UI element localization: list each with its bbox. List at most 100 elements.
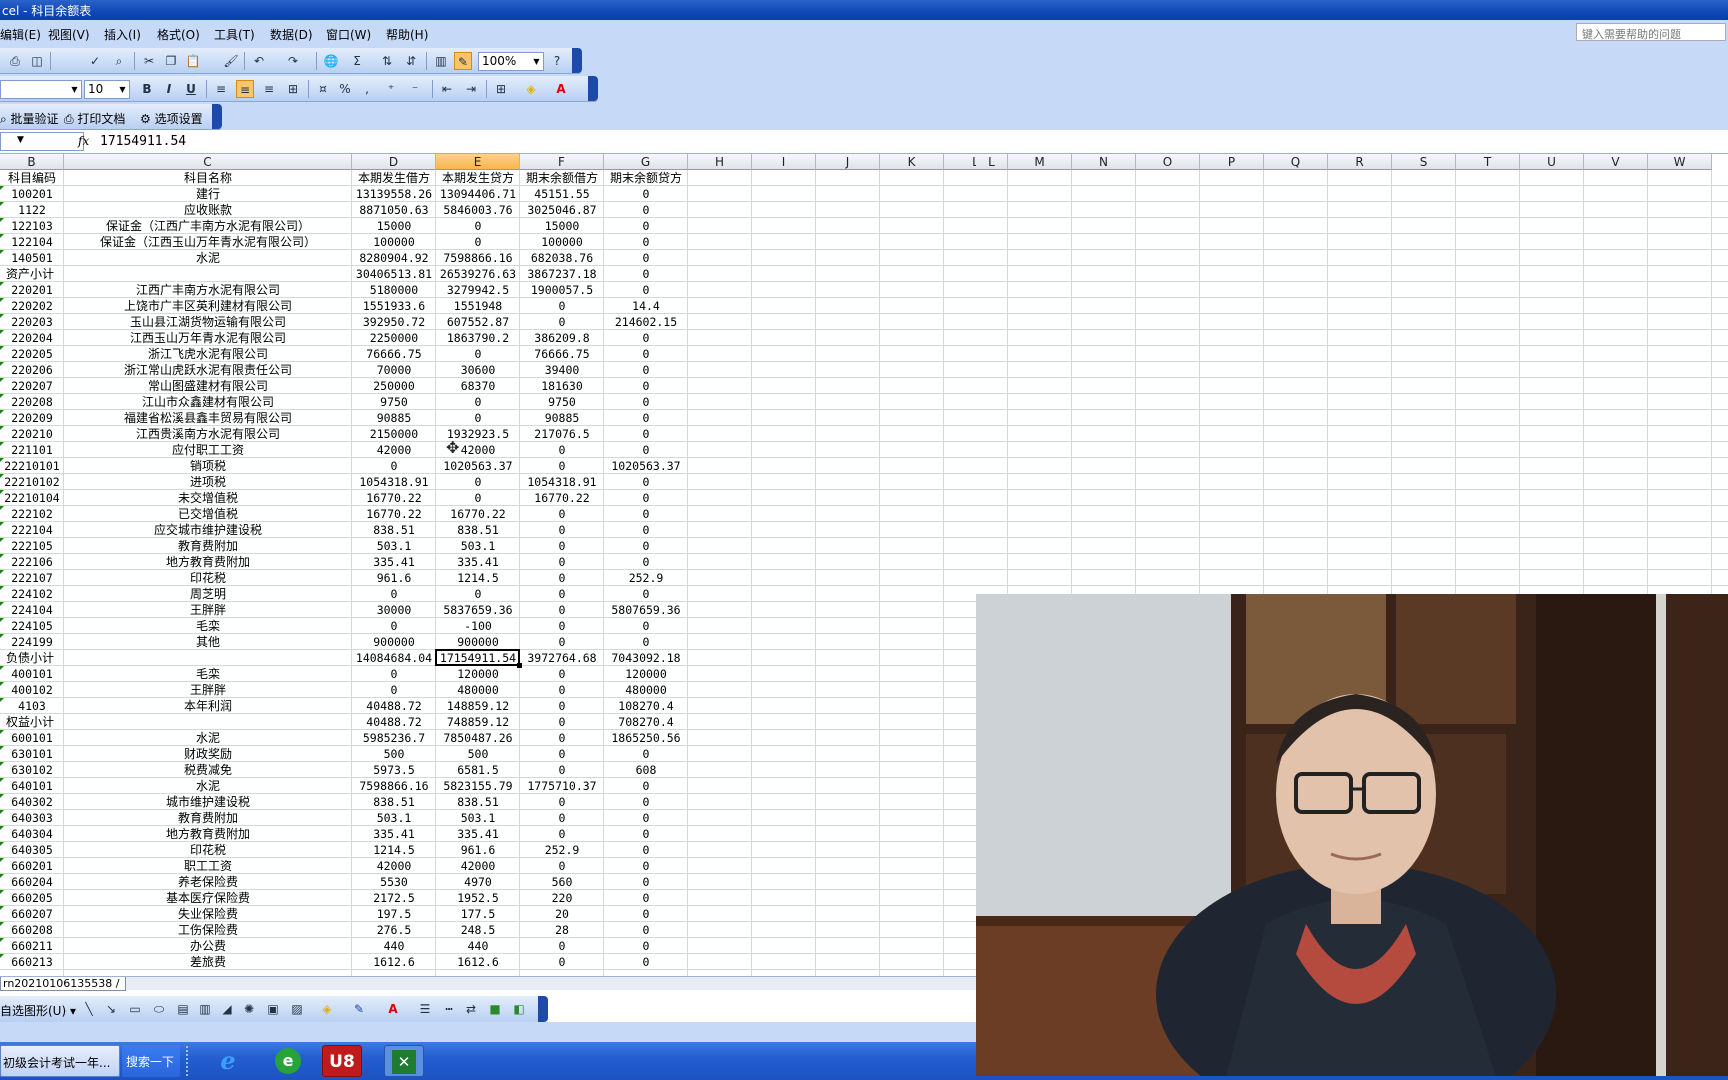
table-cell[interactable]: 浙江飞虎水泥有限公司 <box>64 346 352 362</box>
table-cell[interactable]: 0 <box>604 506 688 522</box>
table-cell[interactable]: 0 <box>604 266 688 282</box>
menu-insert[interactable]: 插入(I) <box>104 26 141 43</box>
table-cell[interactable]: 222102 <box>0 506 64 522</box>
table-cell[interactable]: 0 <box>604 538 688 554</box>
table-cell[interactable]: 资产小计 <box>0 266 64 282</box>
print-preview-icon[interactable]: ◫ <box>28 52 46 70</box>
table-cell[interactable]: 毛栾 <box>64 618 352 634</box>
table-cell[interactable]: 0 <box>436 346 520 362</box>
menu-edit[interactable]: 编辑(E) <box>0 26 41 43</box>
table-cell[interactable]: 0 <box>604 346 688 362</box>
table-cell[interactable]: 16770.22 <box>352 506 436 522</box>
table-cell[interactable]: 1214.5 <box>352 842 436 858</box>
table-cell[interactable]: 0 <box>520 858 604 874</box>
table-cell[interactable]: 0 <box>604 442 688 458</box>
spreadsheet-grid-right[interactable]: LMNOPQRSTUVW <box>976 154 1728 594</box>
table-cell[interactable]: 503.1 <box>352 810 436 826</box>
table-cell[interactable]: 17154911.54 <box>436 650 520 666</box>
table-cell[interactable]: 0 <box>520 938 604 954</box>
table-cell[interactable]: 0 <box>604 858 688 874</box>
column-header-k[interactable]: K <box>880 154 944 170</box>
table-cell[interactable]: 140501 <box>0 250 64 266</box>
table-cell[interactable]: 0 <box>520 698 604 714</box>
help-icon[interactable]: ? <box>548 52 566 70</box>
column-title[interactable]: 科目名称 <box>64 170 352 186</box>
table-cell[interactable]: 386209.8 <box>520 330 604 346</box>
formula-input[interactable]: 17154911.54 <box>100 134 186 149</box>
research-icon[interactable]: ⌕ <box>110 52 128 70</box>
table-cell[interactable]: 0 <box>436 490 520 506</box>
table-cell[interactable]: 5837659.36 <box>436 602 520 618</box>
table-cell[interactable]: 224105 <box>0 618 64 634</box>
table-cell[interactable]: 100201 <box>0 186 64 202</box>
table-cell[interactable]: 220201 <box>0 282 64 298</box>
decrease-decimal-icon[interactable]: ⁻ <box>406 80 424 98</box>
table-cell[interactable]: 水泥 <box>64 730 352 746</box>
merge-center-icon[interactable]: ⊞ <box>284 80 302 98</box>
column-title[interactable]: 本期发生借方 <box>352 170 436 186</box>
increase-decimal-icon[interactable]: ⁺ <box>382 80 400 98</box>
taskbar-app-button[interactable]: 初级会计考试一年... <box>0 1045 120 1077</box>
table-cell[interactable]: 江西玉山万年青水泥有限公司 <box>64 330 352 346</box>
print-icon[interactable]: ⎙ <box>6 52 24 70</box>
table-cell[interactable]: 财政奖励 <box>64 746 352 762</box>
table-cell[interactable]: 900000 <box>436 634 520 650</box>
options-button[interactable]: ⚙ 选项设置 <box>140 110 203 127</box>
table-cell[interactable]: 42000 <box>352 858 436 874</box>
3d-icon[interactable]: ◧ <box>510 1000 528 1018</box>
table-cell[interactable]: 已交增值税 <box>64 506 352 522</box>
underline-button[interactable]: U <box>182 80 200 98</box>
undo-icon[interactable]: ↶ <box>250 52 268 70</box>
table-cell[interactable]: 2172.5 <box>352 890 436 906</box>
align-left-icon[interactable]: ≡ <box>212 80 230 98</box>
menu-help[interactable]: 帮助(H) <box>386 26 428 43</box>
table-cell[interactable]: 0 <box>520 538 604 554</box>
table-cell[interactable]: 560 <box>520 874 604 890</box>
table-cell[interactable]: 220208 <box>0 394 64 410</box>
table-cell[interactable]: 1214.5 <box>436 570 520 586</box>
menu-tools[interactable]: 工具(T) <box>214 26 255 43</box>
decrease-indent-icon[interactable]: ⇤ <box>438 80 456 98</box>
table-cell[interactable]: 600101 <box>0 730 64 746</box>
table-cell[interactable]: 0 <box>604 186 688 202</box>
table-cell[interactable]: 5530 <box>352 874 436 890</box>
arrow-style-icon[interactable]: ⇄ <box>462 1000 480 1018</box>
column-title[interactable]: 本期发生贷方 <box>436 170 520 186</box>
zoom-select[interactable]: 100% ▼ <box>478 52 544 71</box>
table-cell[interactable]: 900000 <box>352 634 436 650</box>
table-cell[interactable]: 0 <box>604 906 688 922</box>
italic-button[interactable]: I <box>160 80 178 98</box>
table-cell[interactable]: 392950.72 <box>352 314 436 330</box>
table-cell[interactable]: 江西广丰南方水泥有限公司 <box>64 282 352 298</box>
column-title[interactable]: 科目编码 <box>0 170 64 186</box>
table-cell[interactable]: 0 <box>436 474 520 490</box>
percent-button[interactable]: % <box>336 80 354 98</box>
table-cell[interactable]: 0 <box>604 618 688 634</box>
table-cell[interactable]: 0 <box>520 442 604 458</box>
currency-icon[interactable]: ¤ <box>314 80 332 98</box>
table-cell[interactable]: 630102 <box>0 762 64 778</box>
table-cell[interactable]: 682038.76 <box>520 250 604 266</box>
line-style-icon[interactable]: ☰ <box>416 1000 434 1018</box>
copy-icon[interactable]: ❐ <box>162 52 180 70</box>
table-cell[interactable]: 1952.5 <box>436 890 520 906</box>
table-cell[interactable]: 608 <box>604 762 688 778</box>
table-cell[interactable]: 0 <box>436 218 520 234</box>
column-header-l[interactable]: L <box>944 154 976 170</box>
table-cell[interactable]: 其他 <box>64 634 352 650</box>
table-cell[interactable]: 5180000 <box>352 282 436 298</box>
cut-icon[interactable]: ✂ <box>140 52 158 70</box>
table-cell[interactable]: 22210104 <box>0 490 64 506</box>
table-cell[interactable]: 王胖胖 <box>64 602 352 618</box>
table-cell[interactable]: 0 <box>604 922 688 938</box>
table-cell[interactable]: 181630 <box>520 378 604 394</box>
table-cell[interactable]: 220 <box>520 890 604 906</box>
table-cell[interactable]: 负债小计 <box>0 650 64 666</box>
table-cell[interactable]: 印花税 <box>64 570 352 586</box>
table-cell[interactable]: 1551933.6 <box>352 298 436 314</box>
rectangle-icon[interactable]: ▭ <box>126 1000 144 1018</box>
taskbar-search-button[interactable]: 搜索一下 <box>122 1045 180 1077</box>
arrow-icon[interactable]: ↘ <box>102 1000 120 1018</box>
table-cell[interactable]: 0 <box>604 474 688 490</box>
column-header-q[interactable]: Q <box>1264 154 1328 170</box>
